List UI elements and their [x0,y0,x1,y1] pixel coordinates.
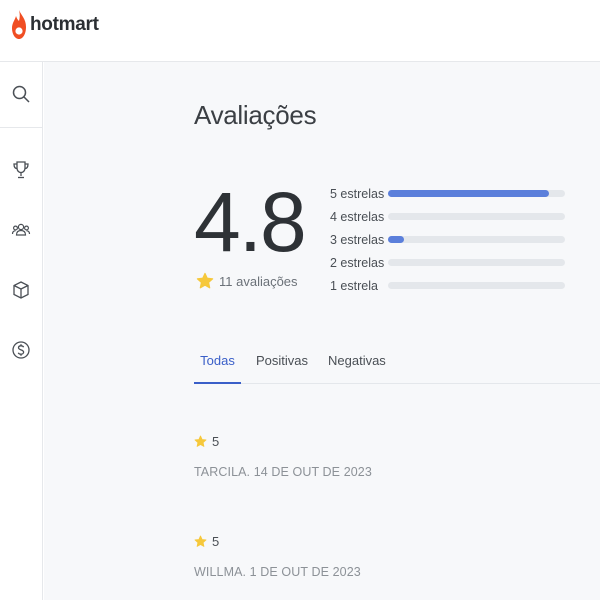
distribution-label: 4 estrelas [330,209,385,224]
review-rating-value: 5 [212,534,220,549]
distribution-bar-fill [388,236,404,243]
distribution-label: 3 estrelas [330,232,385,247]
tab-todas[interactable]: Todas [194,342,241,384]
distribution-row-2: 2 estrelas [330,251,570,274]
average-score: 4.8 [194,175,307,269]
distribution-label: 5 estrelas [330,186,385,201]
review-author-date: WILLMA. 1 DE OUT DE 2023 [194,565,361,579]
review-count-label: 11 avaliações [219,273,298,289]
review-author-date: TARCILA. 14 DE OUT DE 2023 [194,465,372,479]
page-title: Avaliações [194,100,317,130]
brand-name: hotmart [30,14,99,35]
review-rating: 5 [194,434,554,449]
sidebar-item-products[interactable] [0,270,42,310]
distribution-bar-track [388,190,565,197]
sidebar-item-sales[interactable] [0,330,42,370]
top-bar: hotmart [0,0,600,62]
users-icon [11,223,31,236]
sidebar-divider [0,127,42,128]
trophy-icon [13,161,29,179]
review-rating-value: 5 [212,434,220,449]
distribution-row-1: 1 estrela [330,274,570,297]
flame-logo-icon [12,10,26,39]
sidebar-item-users[interactable] [0,210,42,250]
distribution-bar-track [388,213,565,220]
sidebar-item-search[interactable] [0,74,42,114]
main-content: Avaliações 4.8 11 avaliações 5 estrelas … [44,62,600,600]
review-item: 5 TARCILA. 14 DE OUT DE 2023 [194,434,554,479]
search-icon [12,85,30,103]
review-count: 11 avaliações [196,272,298,290]
distribution-bar-track [388,236,565,243]
tab-positivas[interactable]: Positivas [256,342,308,384]
review-item: 5 WILLMA. 1 DE OUT DE 2023 [194,534,554,579]
review-rating: 5 [194,534,554,549]
sidebar [0,62,43,600]
distribution-label: 1 estrela [330,278,378,293]
box-icon [13,281,29,299]
distribution-row-5: 5 estrelas [330,182,570,205]
star-icon [196,272,214,289]
distribution-row-4: 4 estrelas [330,205,570,228]
star-icon [194,435,207,447]
distribution-row-3: 3 estrelas [330,228,570,251]
distribution-bar-track [388,282,565,289]
review-tabs: Todas Positivas Negativas [194,342,600,384]
dollar-icon [12,341,30,359]
rating-distribution: 5 estrelas 4 estrelas 3 estrelas 2 estre… [330,182,570,297]
hotmart-logo[interactable]: hotmart [10,8,99,42]
sidebar-item-trophy[interactable] [0,150,42,190]
distribution-label: 2 estrelas [330,255,385,270]
tab-negativas[interactable]: Negativas [328,342,386,384]
distribution-bar-fill [388,190,550,197]
distribution-bar-track [388,259,565,266]
star-icon [194,535,207,547]
